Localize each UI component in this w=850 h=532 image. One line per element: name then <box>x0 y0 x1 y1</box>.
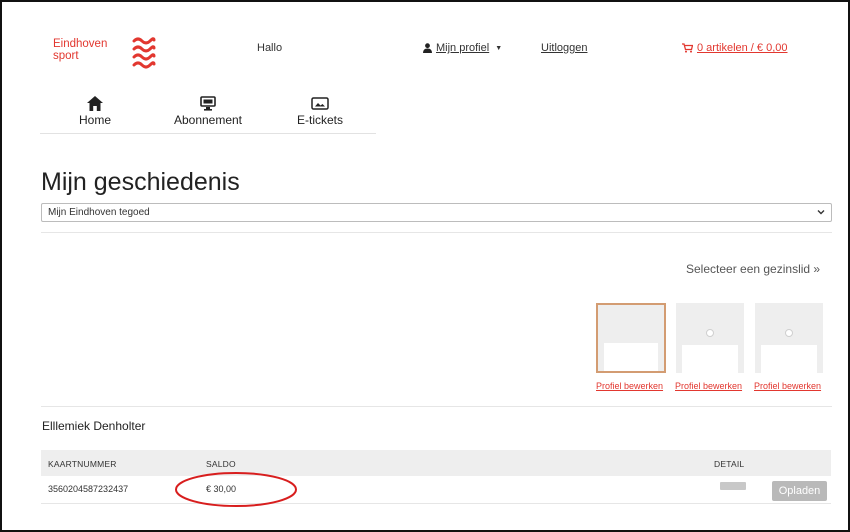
logo-text: Eindhoven sport <box>53 38 107 62</box>
chevron-down-icon <box>817 210 825 215</box>
greeting-text: Hallo <box>257 42 283 54</box>
nav-item-home[interactable]: Home <box>76 96 114 127</box>
member-avatar-placeholder <box>604 343 658 371</box>
main-nav: Home Abonnement E-tickets <box>40 96 376 134</box>
member-avatar-placeholder <box>682 345 738 373</box>
table-row: 3560204587232437 € 30,00 Opladen <box>41 476 831 504</box>
nav-item-e-tickets[interactable]: E-tickets <box>291 96 349 127</box>
cart-icon <box>682 43 693 53</box>
divider <box>41 232 832 233</box>
detail-icon[interactable] <box>720 482 746 490</box>
nav-label-abonnement: Abonnement <box>173 113 243 127</box>
column-header-kaartnummer: KAARTNUMMER <box>48 459 117 469</box>
eindhoven-sport-logo[interactable]: Eindhoven sport <box>53 37 163 73</box>
card-number: 3560204587232437 <box>48 484 129 494</box>
nav-label-e-tickets: E-tickets <box>296 113 343 127</box>
member-avatar-placeholder <box>761 345 817 373</box>
avatar-dot-icon <box>706 329 714 337</box>
logo-line-2: sport <box>53 50 79 62</box>
opladen-button[interactable]: Opladen <box>772 481 827 501</box>
history-type-select[interactable]: Mijn Eindhoven tegoed <box>41 203 832 222</box>
home-icon <box>87 96 103 111</box>
family-member-card-selected[interactable] <box>596 303 666 373</box>
user-icon <box>423 43 432 53</box>
table-header: KAARTNUMMER SALDO DETAIL <box>41 450 831 476</box>
divider <box>41 406 832 407</box>
logo-line-1: Eindhoven <box>53 38 108 50</box>
cart-link[interactable]: 0 artikelen / € 0,00 <box>682 42 788 54</box>
page-title: Mijn geschiedenis <box>41 168 240 196</box>
select-family-member-link[interactable]: Selecteer een gezinslid » <box>686 262 820 276</box>
edit-profile-link[interactable]: Profiel bewerken <box>754 381 821 391</box>
nav-label-home: Home <box>78 113 111 127</box>
select-value: Mijn Eindhoven tegoed <box>48 207 150 218</box>
caret-down-icon: ▼ <box>495 44 503 52</box>
nav-item-abonnement[interactable]: Abonnement <box>168 96 248 127</box>
edit-profile-link[interactable]: Profiel bewerken <box>675 381 742 391</box>
member-name: Elllemiek Denholter <box>42 419 146 433</box>
cart-label: 0 artikelen / € 0,00 <box>697 42 788 54</box>
logout-link[interactable]: Uitloggen <box>541 42 587 54</box>
family-member-card[interactable] <box>676 303 744 373</box>
family-member-card[interactable] <box>755 303 823 373</box>
profile-label: Mijn profiel <box>436 42 490 54</box>
column-header-detail: DETAIL <box>714 459 745 469</box>
highlight-ellipse <box>175 472 297 507</box>
ticket-icon <box>311 97 329 110</box>
column-header-saldo: SALDO <box>206 459 236 469</box>
edit-profile-link[interactable]: Profiel bewerken <box>596 381 663 391</box>
monitor-icon <box>200 96 216 111</box>
logo-waves-icon <box>132 37 156 69</box>
profile-menu[interactable]: Mijn profiel ▼ <box>423 42 502 54</box>
avatar-dot-icon <box>785 329 793 337</box>
